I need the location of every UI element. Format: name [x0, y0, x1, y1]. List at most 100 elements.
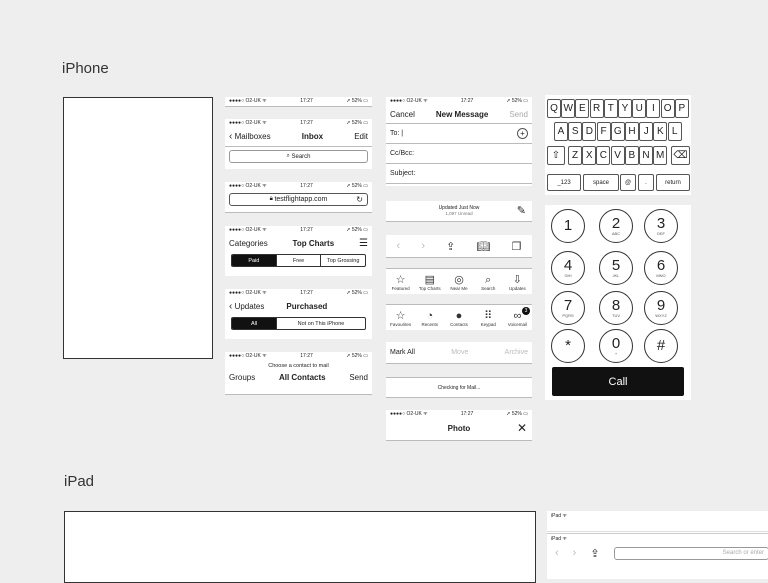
updates-back-button[interactable]: ‹ Updates: [229, 301, 264, 312]
shift-icon[interactable]: ⇧: [547, 146, 565, 165]
segment-all[interactable]: All: [232, 318, 277, 329]
purchased-segmented-control[interactable]: All Not on This iPhone: [231, 317, 366, 330]
back-icon[interactable]: ‹: [397, 240, 401, 252]
key-o[interactable]: O: [660, 99, 675, 118]
dial-digit: 4: [563, 256, 573, 274]
mailboxes-back-button[interactable]: ‹ Mailboxes: [229, 131, 271, 142]
categories-button[interactable]: Categories: [229, 239, 268, 248]
dial-key-hash[interactable]: #: [644, 329, 678, 363]
to-field[interactable]: To: | +: [386, 124, 532, 144]
subject-field[interactable]: Subject:: [386, 164, 532, 184]
at-key[interactable]: @: [620, 174, 636, 191]
back-icon[interactable]: ‹: [555, 547, 559, 559]
forward-icon[interactable]: ›: [421, 240, 425, 252]
key-r[interactable]: R: [589, 99, 604, 118]
key-f[interactable]: F: [596, 122, 611, 141]
key-v[interactable]: V: [610, 146, 625, 165]
key-b[interactable]: B: [624, 146, 639, 165]
dial-key-star[interactable]: *: [551, 329, 585, 363]
segment-free[interactable]: Free: [277, 255, 322, 266]
compose-send-button[interactable]: Send: [509, 110, 528, 119]
dial-digit: 7: [563, 296, 573, 314]
space-key[interactable]: space: [583, 174, 619, 191]
cc-bcc-field[interactable]: Cc/Bcc:: [386, 144, 532, 164]
key-c[interactable]: C: [596, 146, 611, 165]
key-h[interactable]: H: [625, 122, 639, 141]
key-p[interactable]: P: [674, 99, 689, 118]
key-e[interactable]: E: [575, 99, 590, 118]
return-key[interactable]: return: [656, 174, 690, 191]
reload-icon[interactable]: ↻: [356, 195, 363, 204]
ipad-section-title: iPad: [64, 473, 95, 490]
price-segmented-control[interactable]: Paid Free Top Grossing: [231, 254, 366, 267]
key-a[interactable]: A: [554, 122, 568, 141]
key-j[interactable]: J: [639, 122, 654, 141]
send-button[interactable]: Send: [349, 373, 368, 382]
tab-favourites[interactable]: ☆ Favourites: [386, 310, 415, 327]
ipad-search-field[interactable]: Search or enter: [613, 546, 768, 560]
tab-top-charts[interactable]: ▤ Top Charts: [415, 274, 444, 291]
dot-key[interactable]: .: [638, 174, 654, 191]
delete-icon[interactable]: ⌫: [671, 146, 690, 165]
key-u[interactable]: U: [632, 99, 647, 118]
segment-paid[interactable]: Paid: [232, 255, 277, 266]
dial-key-0[interactable]: 0 +: [599, 329, 633, 363]
dial-key-8[interactable]: 8 TUV: [599, 291, 633, 325]
bookmarks-icon[interactable]: 📖︎: [476, 240, 490, 253]
tab-keypad[interactable]: ⠿ Keypad: [474, 310, 503, 327]
key-x[interactable]: X: [582, 146, 597, 165]
dial-key-6[interactable]: 6 MNO: [644, 251, 678, 285]
tab-search[interactable]: ⌕ Search: [474, 274, 503, 291]
dial-key-1[interactable]: 1: [551, 209, 585, 243]
cancel-button[interactable]: Cancel: [390, 110, 415, 119]
move-button[interactable]: Move: [451, 349, 468, 356]
iphone-section-title: iPhone: [62, 60, 109, 77]
url-field[interactable]: 🔒︎ testflightapp.com ↻: [229, 193, 368, 206]
unread-count: 1,097 Unread: [445, 211, 473, 216]
tab-updates[interactable]: ⇩ Updates: [503, 274, 532, 291]
key-s[interactable]: S: [568, 122, 583, 141]
key-q[interactable]: Q: [547, 99, 561, 118]
key-d[interactable]: D: [582, 122, 597, 141]
dial-letters: JKL: [612, 272, 620, 278]
key-z[interactable]: Z: [568, 146, 582, 165]
archive-button[interactable]: Archive: [505, 349, 528, 356]
share-icon[interactable]: ⇪: [446, 240, 455, 253]
key-i[interactable]: I: [646, 99, 661, 118]
tab-voicemail[interactable]: ∞ Voicemail 3: [503, 307, 532, 327]
numbers-key[interactable]: _123: [547, 174, 581, 191]
segment-not-on-iphone[interactable]: Not on This iPhone: [277, 318, 365, 329]
dial-key-7[interactable]: 7 PQRS: [551, 291, 585, 325]
dial-letters: ABC: [611, 230, 621, 236]
dial-key-4[interactable]: 4 GHI: [551, 251, 585, 285]
compose-icon[interactable]: ✎: [517, 204, 526, 217]
key-k[interactable]: K: [653, 122, 668, 141]
segment-top-grossing[interactable]: Top Grossing: [321, 255, 365, 266]
dial-key-9[interactable]: 9 WXYZ: [644, 291, 678, 325]
key-t[interactable]: T: [603, 99, 618, 118]
key-m[interactable]: M: [653, 146, 668, 165]
add-contact-icon[interactable]: +: [517, 128, 528, 139]
key-l[interactable]: L: [667, 122, 682, 141]
tab-recents[interactable]: ◔ Recents: [415, 310, 444, 327]
tab-near-me[interactable]: ◎ Near Me: [444, 274, 473, 291]
key-g[interactable]: G: [610, 122, 625, 141]
edit-button[interactable]: Edit: [354, 132, 368, 141]
list-icon[interactable]: ☰: [359, 238, 368, 249]
mark-all-button[interactable]: Mark All: [390, 349, 415, 356]
key-w[interactable]: W: [561, 99, 576, 118]
groups-button[interactable]: Groups: [229, 373, 255, 382]
dial-key-3[interactable]: 3 DEF: [644, 209, 678, 243]
tab-contacts[interactable]: ● Contacts: [444, 310, 473, 327]
close-icon[interactable]: ✕: [517, 421, 527, 435]
key-y[interactable]: Y: [618, 99, 632, 118]
dial-key-2[interactable]: 2 ABC: [599, 209, 633, 243]
share-icon[interactable]: ⇪: [590, 547, 599, 560]
tabs-icon[interactable]: ❐: [512, 240, 522, 253]
dial-key-5[interactable]: 5 JKL: [599, 251, 633, 285]
call-button[interactable]: Call: [552, 367, 684, 396]
search-field[interactable]: ⌕ Search: [229, 150, 368, 163]
forward-icon[interactable]: ›: [573, 547, 577, 559]
key-n[interactable]: N: [639, 146, 653, 165]
tab-featured[interactable]: ☆ Featured: [386, 274, 415, 291]
